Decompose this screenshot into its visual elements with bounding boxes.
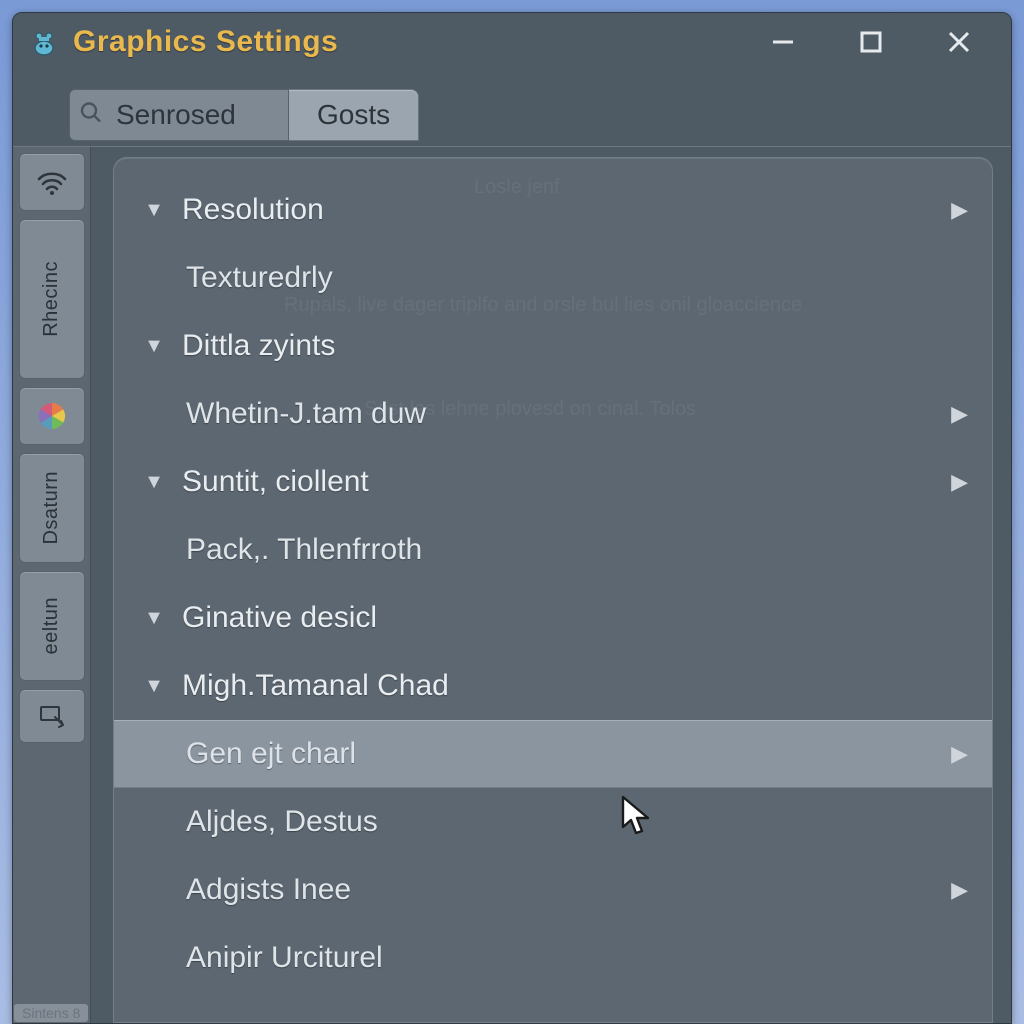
disclosure-down-icon: ▼ [140, 471, 168, 494]
search-icon [79, 101, 103, 130]
sidebar-item-wifi[interactable] [19, 153, 85, 211]
sidebar-item-desktop[interactable] [19, 689, 85, 743]
top-row: Gosts [13, 75, 1011, 147]
settings-item-aljdes[interactable]: Aljdes, Destus [114, 788, 992, 856]
sidebar: Rhecinc Dsaturn [13, 147, 91, 1023]
settings-panel: Losle jenf Rupals, live dager triplfo an… [91, 147, 1011, 1023]
settings-row-label: Anipir Urciturel [186, 941, 383, 975]
content-area: Gosts Rhecinc [13, 71, 1011, 1023]
status-text: Sintens 8 [14, 1004, 88, 1022]
settings-group-ginative[interactable]: ▼ Ginative desicl [114, 584, 992, 652]
settings-item-gen-ejt[interactable]: Gen ejt charl ▶ [114, 720, 992, 788]
tab-gosts[interactable]: Gosts [289, 89, 419, 141]
settings-item-whetin[interactable]: Whetin-J.tam duw ▶ [114, 380, 992, 448]
settings-item-pack[interactable]: Pack,. Thlenfrroth [114, 516, 992, 584]
settings-group-suntit[interactable]: ▼ Suntit, ciollent ▶ [114, 448, 992, 516]
chevron-right-icon: ▶ [951, 401, 968, 427]
settings-row-label: Dittla zyints [182, 329, 335, 363]
sidebar-item-color[interactable] [19, 387, 85, 445]
settings-group-resolution[interactable]: ▼ Resolution ▶ [114, 176, 992, 244]
settings-row-label: Adgists Inee [186, 873, 351, 907]
titlebar: Graphics Settings [13, 13, 1011, 71]
maximize-button[interactable] [847, 18, 895, 66]
sidebar-item-dsaturn[interactable]: Dsaturn [19, 453, 85, 563]
desktop-cursor-icon [37, 701, 67, 731]
close-button[interactable] [935, 18, 983, 66]
settings-panel-inner: Losle jenf Rupals, live dager triplfo an… [113, 157, 993, 1023]
tab-label: Gosts [317, 99, 390, 131]
settings-row-label: Gen ejt charl [186, 737, 356, 771]
minimize-button[interactable] [759, 18, 807, 66]
settings-group-migh[interactable]: ▼ Migh.Tamanal Chad [114, 652, 992, 720]
disclosure-down-icon: ▼ [140, 199, 168, 222]
settings-item-anipir[interactable]: Anipir Urciturel [114, 924, 992, 992]
sidebar-item-label: Rhecinc [40, 261, 63, 337]
app-icon [27, 25, 61, 59]
search-wrap [69, 89, 289, 141]
settings-row-label: Resolution [182, 193, 324, 227]
settings-row-label: Migh.Tamanal Chad [182, 669, 449, 703]
settings-row-label: Ginative desicl [182, 601, 377, 635]
settings-row-label: Pack,. Thlenfrroth [186, 533, 422, 567]
color-wheel-icon [37, 401, 67, 431]
sidebar-item-label: eeltun [40, 597, 63, 655]
settings-item-adgists[interactable]: Adgists Inee ▶ [114, 856, 992, 924]
settings-item-texturedrly[interactable]: Texturedrly [114, 244, 992, 312]
disclosure-down-icon: ▼ [140, 607, 168, 630]
settings-list: ▼ Resolution ▶ Texturedrly ▼ Dittla zyin… [114, 176, 992, 992]
chevron-right-icon: ▶ [951, 197, 968, 223]
settings-row-label: Texturedrly [186, 261, 333, 295]
window-title: Graphics Settings [73, 25, 338, 59]
chevron-right-icon: ▶ [951, 741, 968, 767]
disclosure-down-icon: ▼ [140, 675, 168, 698]
sidebar-item-label: Dsaturn [40, 471, 63, 545]
sidebar-item-eeltun[interactable]: eeltun [19, 571, 85, 681]
wifi-icon [35, 165, 69, 199]
app-window: Graphics Settings [12, 12, 1012, 1024]
settings-row-label: Aljdes, Destus [186, 805, 378, 839]
settings-row-label: Whetin-J.tam duw [186, 397, 426, 431]
settings-group-dittla[interactable]: ▼ Dittla zyints [114, 312, 992, 380]
disclosure-down-icon: ▼ [140, 335, 168, 358]
window-controls [759, 18, 1001, 66]
chevron-right-icon: ▶ [951, 469, 968, 495]
chevron-right-icon: ▶ [951, 877, 968, 903]
sidebar-item-rhecinc[interactable]: Rhecinc [19, 219, 85, 379]
main-split: Rhecinc Dsaturn [13, 147, 1011, 1023]
settings-row-label: Suntit, ciollent [182, 465, 369, 499]
